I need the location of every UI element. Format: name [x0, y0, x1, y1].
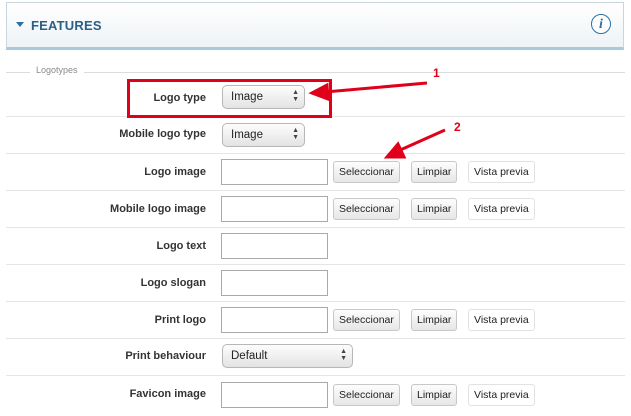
arrow-2-head [383, 141, 407, 159]
arrow-2-line [397, 128, 446, 153]
arrow-1-line [324, 81, 428, 94]
callout-number-2: 2 [454, 120, 461, 134]
annotation-arrows [308, 81, 446, 159]
callout-number-1: 1 [433, 66, 440, 80]
arrow-1-head [308, 82, 330, 102]
